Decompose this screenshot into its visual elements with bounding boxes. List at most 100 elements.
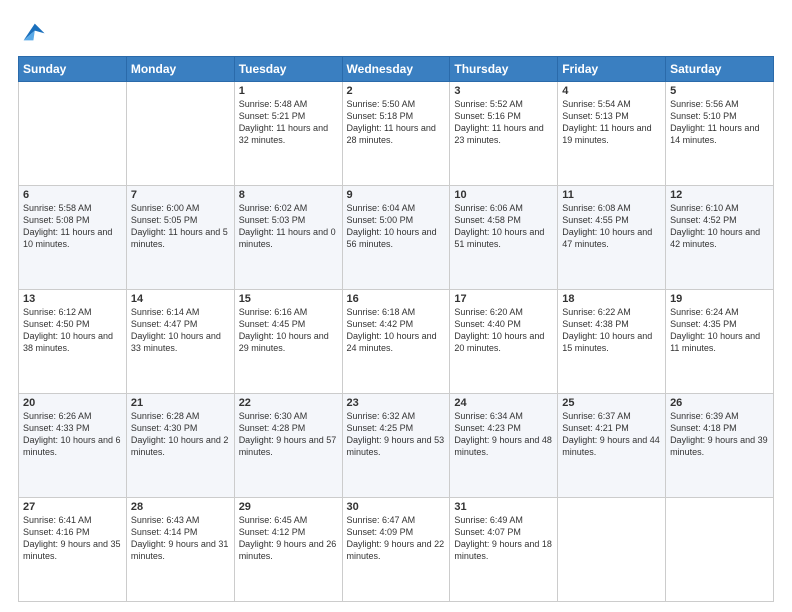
day-info: Sunrise: 6:41 AM Sunset: 4:16 PM Dayligh… bbox=[23, 514, 122, 563]
day-cell: 21Sunrise: 6:28 AM Sunset: 4:30 PM Dayli… bbox=[126, 394, 234, 498]
day-cell: 18Sunrise: 6:22 AM Sunset: 4:38 PM Dayli… bbox=[558, 290, 666, 394]
day-cell: 23Sunrise: 6:32 AM Sunset: 4:25 PM Dayli… bbox=[342, 394, 450, 498]
day-info: Sunrise: 5:58 AM Sunset: 5:08 PM Dayligh… bbox=[23, 202, 122, 251]
day-cell: 11Sunrise: 6:08 AM Sunset: 4:55 PM Dayli… bbox=[558, 186, 666, 290]
day-number: 10 bbox=[454, 189, 553, 201]
day-info: Sunrise: 6:00 AM Sunset: 5:05 PM Dayligh… bbox=[131, 202, 230, 251]
day-number: 8 bbox=[239, 189, 338, 201]
day-cell: 5Sunrise: 5:56 AM Sunset: 5:10 PM Daylig… bbox=[666, 82, 774, 186]
day-info: Sunrise: 6:24 AM Sunset: 4:35 PM Dayligh… bbox=[670, 306, 769, 355]
day-number: 15 bbox=[239, 293, 338, 305]
day-number: 27 bbox=[23, 501, 122, 513]
day-info: Sunrise: 6:02 AM Sunset: 5:03 PM Dayligh… bbox=[239, 202, 338, 251]
weekday-sunday: Sunday bbox=[19, 57, 127, 82]
day-cell: 19Sunrise: 6:24 AM Sunset: 4:35 PM Dayli… bbox=[666, 290, 774, 394]
day-cell: 16Sunrise: 6:18 AM Sunset: 4:42 PM Dayli… bbox=[342, 290, 450, 394]
weekday-header-row: SundayMondayTuesdayWednesdayThursdayFrid… bbox=[19, 57, 774, 82]
day-info: Sunrise: 6:04 AM Sunset: 5:00 PM Dayligh… bbox=[347, 202, 446, 251]
weekday-friday: Friday bbox=[558, 57, 666, 82]
day-number: 3 bbox=[454, 85, 553, 97]
weekday-tuesday: Tuesday bbox=[234, 57, 342, 82]
day-cell: 24Sunrise: 6:34 AM Sunset: 4:23 PM Dayli… bbox=[450, 394, 558, 498]
day-cell: 2Sunrise: 5:50 AM Sunset: 5:18 PM Daylig… bbox=[342, 82, 450, 186]
day-cell: 12Sunrise: 6:10 AM Sunset: 4:52 PM Dayli… bbox=[666, 186, 774, 290]
day-number: 20 bbox=[23, 397, 122, 409]
calendar-table: SundayMondayTuesdayWednesdayThursdayFrid… bbox=[18, 56, 774, 602]
day-cell: 4Sunrise: 5:54 AM Sunset: 5:13 PM Daylig… bbox=[558, 82, 666, 186]
day-number: 16 bbox=[347, 293, 446, 305]
day-cell: 8Sunrise: 6:02 AM Sunset: 5:03 PM Daylig… bbox=[234, 186, 342, 290]
week-row-5: 27Sunrise: 6:41 AM Sunset: 4:16 PM Dayli… bbox=[19, 498, 774, 602]
day-cell bbox=[126, 82, 234, 186]
day-cell bbox=[558, 498, 666, 602]
day-info: Sunrise: 5:48 AM Sunset: 5:21 PM Dayligh… bbox=[239, 98, 338, 147]
day-number: 29 bbox=[239, 501, 338, 513]
day-info: Sunrise: 6:32 AM Sunset: 4:25 PM Dayligh… bbox=[347, 410, 446, 459]
weekday-thursday: Thursday bbox=[450, 57, 558, 82]
day-info: Sunrise: 6:45 AM Sunset: 4:12 PM Dayligh… bbox=[239, 514, 338, 563]
day-number: 2 bbox=[347, 85, 446, 97]
day-info: Sunrise: 6:47 AM Sunset: 4:09 PM Dayligh… bbox=[347, 514, 446, 563]
day-cell: 13Sunrise: 6:12 AM Sunset: 4:50 PM Dayli… bbox=[19, 290, 127, 394]
day-number: 13 bbox=[23, 293, 122, 305]
day-number: 1 bbox=[239, 85, 338, 97]
day-cell: 22Sunrise: 6:30 AM Sunset: 4:28 PM Dayli… bbox=[234, 394, 342, 498]
day-info: Sunrise: 6:20 AM Sunset: 4:40 PM Dayligh… bbox=[454, 306, 553, 355]
day-cell: 27Sunrise: 6:41 AM Sunset: 4:16 PM Dayli… bbox=[19, 498, 127, 602]
day-number: 28 bbox=[131, 501, 230, 513]
weekday-wednesday: Wednesday bbox=[342, 57, 450, 82]
day-cell: 9Sunrise: 6:04 AM Sunset: 5:00 PM Daylig… bbox=[342, 186, 450, 290]
day-cell: 20Sunrise: 6:26 AM Sunset: 4:33 PM Dayli… bbox=[19, 394, 127, 498]
week-row-2: 6Sunrise: 5:58 AM Sunset: 5:08 PM Daylig… bbox=[19, 186, 774, 290]
day-cell: 6Sunrise: 5:58 AM Sunset: 5:08 PM Daylig… bbox=[19, 186, 127, 290]
day-info: Sunrise: 6:34 AM Sunset: 4:23 PM Dayligh… bbox=[454, 410, 553, 459]
day-number: 26 bbox=[670, 397, 769, 409]
day-info: Sunrise: 5:52 AM Sunset: 5:16 PM Dayligh… bbox=[454, 98, 553, 147]
day-info: Sunrise: 6:10 AM Sunset: 4:52 PM Dayligh… bbox=[670, 202, 769, 251]
day-number: 31 bbox=[454, 501, 553, 513]
day-info: Sunrise: 6:26 AM Sunset: 4:33 PM Dayligh… bbox=[23, 410, 122, 459]
day-number: 5 bbox=[670, 85, 769, 97]
day-cell: 31Sunrise: 6:49 AM Sunset: 4:07 PM Dayli… bbox=[450, 498, 558, 602]
day-cell: 25Sunrise: 6:37 AM Sunset: 4:21 PM Dayli… bbox=[558, 394, 666, 498]
day-number: 6 bbox=[23, 189, 122, 201]
day-number: 25 bbox=[562, 397, 661, 409]
day-number: 23 bbox=[347, 397, 446, 409]
day-number: 22 bbox=[239, 397, 338, 409]
day-number: 30 bbox=[347, 501, 446, 513]
day-info: Sunrise: 6:12 AM Sunset: 4:50 PM Dayligh… bbox=[23, 306, 122, 355]
day-cell: 28Sunrise: 6:43 AM Sunset: 4:14 PM Dayli… bbox=[126, 498, 234, 602]
weekday-monday: Monday bbox=[126, 57, 234, 82]
day-cell bbox=[666, 498, 774, 602]
day-cell: 29Sunrise: 6:45 AM Sunset: 4:12 PM Dayli… bbox=[234, 498, 342, 602]
week-row-3: 13Sunrise: 6:12 AM Sunset: 4:50 PM Dayli… bbox=[19, 290, 774, 394]
day-cell: 7Sunrise: 6:00 AM Sunset: 5:05 PM Daylig… bbox=[126, 186, 234, 290]
day-cell: 10Sunrise: 6:06 AM Sunset: 4:58 PM Dayli… bbox=[450, 186, 558, 290]
day-number: 17 bbox=[454, 293, 553, 305]
day-info: Sunrise: 5:50 AM Sunset: 5:18 PM Dayligh… bbox=[347, 98, 446, 147]
day-number: 24 bbox=[454, 397, 553, 409]
day-number: 11 bbox=[562, 189, 661, 201]
week-row-1: 1Sunrise: 5:48 AM Sunset: 5:21 PM Daylig… bbox=[19, 82, 774, 186]
day-cell: 26Sunrise: 6:39 AM Sunset: 4:18 PM Dayli… bbox=[666, 394, 774, 498]
day-info: Sunrise: 6:22 AM Sunset: 4:38 PM Dayligh… bbox=[562, 306, 661, 355]
week-row-4: 20Sunrise: 6:26 AM Sunset: 4:33 PM Dayli… bbox=[19, 394, 774, 498]
day-info: Sunrise: 6:43 AM Sunset: 4:14 PM Dayligh… bbox=[131, 514, 230, 563]
day-info: Sunrise: 6:14 AM Sunset: 4:47 PM Dayligh… bbox=[131, 306, 230, 355]
day-cell: 15Sunrise: 6:16 AM Sunset: 4:45 PM Dayli… bbox=[234, 290, 342, 394]
day-info: Sunrise: 6:16 AM Sunset: 4:45 PM Dayligh… bbox=[239, 306, 338, 355]
day-number: 9 bbox=[347, 189, 446, 201]
day-info: Sunrise: 6:18 AM Sunset: 4:42 PM Dayligh… bbox=[347, 306, 446, 355]
day-cell: 3Sunrise: 5:52 AM Sunset: 5:16 PM Daylig… bbox=[450, 82, 558, 186]
day-cell bbox=[19, 82, 127, 186]
day-cell: 17Sunrise: 6:20 AM Sunset: 4:40 PM Dayli… bbox=[450, 290, 558, 394]
day-info: Sunrise: 5:54 AM Sunset: 5:13 PM Dayligh… bbox=[562, 98, 661, 147]
day-number: 12 bbox=[670, 189, 769, 201]
day-number: 4 bbox=[562, 85, 661, 97]
page: SundayMondayTuesdayWednesdayThursdayFrid… bbox=[0, 0, 792, 612]
day-cell: 14Sunrise: 6:14 AM Sunset: 4:47 PM Dayli… bbox=[126, 290, 234, 394]
day-info: Sunrise: 6:30 AM Sunset: 4:28 PM Dayligh… bbox=[239, 410, 338, 459]
day-info: Sunrise: 5:56 AM Sunset: 5:10 PM Dayligh… bbox=[670, 98, 769, 147]
day-info: Sunrise: 6:37 AM Sunset: 4:21 PM Dayligh… bbox=[562, 410, 661, 459]
logo bbox=[18, 18, 50, 46]
